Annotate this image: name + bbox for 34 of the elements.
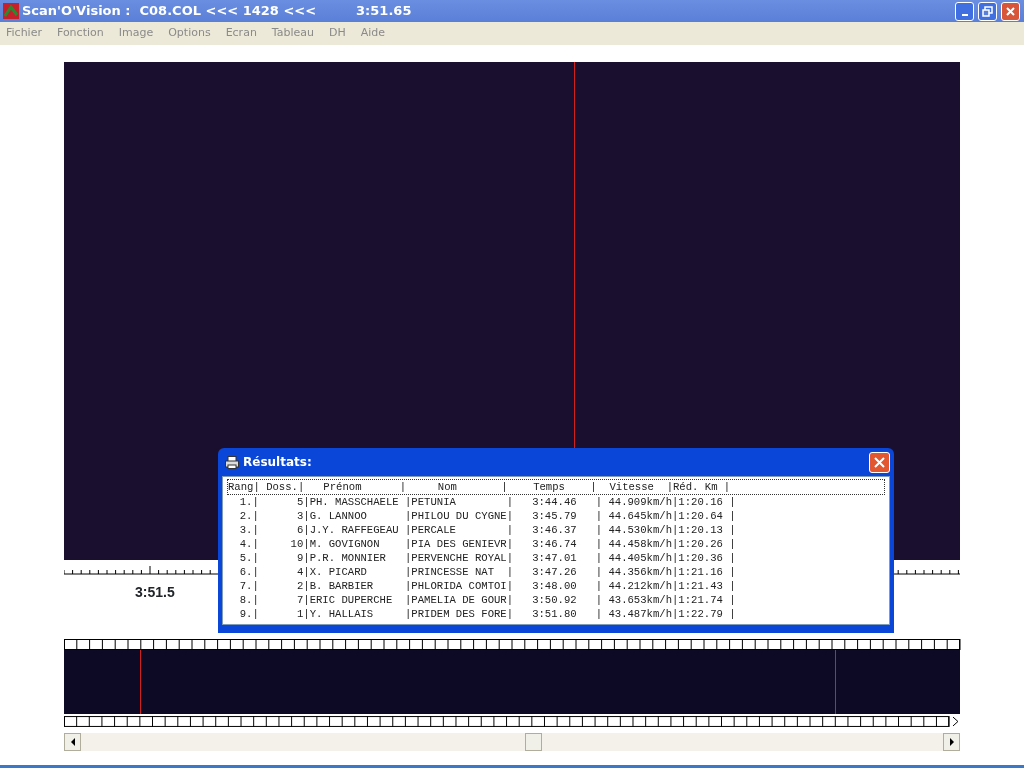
- result-row[interactable]: 8.| 7|ERIC DUPERCHE |PAMELIA DE GOUR| 3:50.92 | 43.653km/h|1:21.74 |: [227, 593, 885, 607]
- printer-icon: [225, 455, 239, 469]
- app-icon: [3, 3, 19, 19]
- restore-button[interactable]: [978, 1, 997, 21]
- close-icon: [874, 456, 885, 468]
- chevron-right-icon: [952, 716, 960, 727]
- result-row[interactable]: 9.| 1|Y. HALLAIS |PRIDEM DES FORE| 3:51.80 | 43.487km/h|1:22.79 |: [227, 607, 885, 621]
- list-header: Rang| Doss.| Prénom | Nom | Temps | Vitesse |Réd. Km |: [227, 479, 885, 495]
- result-row[interactable]: 4.| 10|M. GOVIGNON |PIA DES GENIEVR| 3:46.74 | 44.458km/h|1:20.26 |: [227, 537, 885, 551]
- result-row[interactable]: 1.| 5|PH. MASSCHAELE |PETUNIA | 3:44.46 | 44.909km/h|1:20.16 |: [227, 495, 885, 509]
- triangle-left-icon: [69, 738, 76, 746]
- horizontal-scrollbar[interactable]: [64, 733, 960, 751]
- result-row[interactable]: 3.| 6|J.Y. RAFFEGEAU |PERCALE | 3:46.37 | 44.530km/h|1:20.13 |: [227, 523, 885, 537]
- dialog-title: Résultats:: [243, 454, 312, 471]
- timeline-label: 3:51.5: [135, 584, 175, 600]
- scroll-left-button[interactable]: [64, 733, 81, 751]
- window-title: 3:51.65: [356, 2, 412, 21]
- minimize-icon: [961, 14, 968, 16]
- cursor-line: [140, 650, 141, 714]
- triangle-right-icon: [948, 738, 955, 746]
- restore-icon: [982, 5, 993, 17]
- close-icon: [1005, 5, 1016, 17]
- cursor-line: [835, 650, 836, 714]
- window-title: Scan'O'Vision :: [22, 2, 131, 21]
- result-row[interactable]: 5.| 9|P.R. MONNIER |PERVENCHE ROYAL| 3:47.01 | 44.405km/h|1:20.36 |: [227, 551, 885, 565]
- result-row[interactable]: 6.| 4|X. PICARD |PRINCESSE NAT | 3:47.26 | 44.356km/h|1:21.16 |: [227, 565, 885, 579]
- result-row[interactable]: 2.| 3|G. LANNOO |PHILOU DU CYGNE| 3:45.79 | 44.645km/h|1:20.64 |: [227, 509, 885, 523]
- minimize-button[interactable]: [955, 1, 974, 21]
- close-button[interactable]: [1001, 1, 1020, 21]
- scroll-right-button[interactable]: [943, 733, 960, 751]
- result-row[interactable]: 7.| 2|B. BARBIER |PHLORIDA COMTOI| 3:48.00 | 44.212km/h|1:21.43 |: [227, 579, 885, 593]
- window-title: C08.COL <<< 1428 <<<: [139, 2, 317, 21]
- scrollbar-thumb[interactable]: [525, 733, 542, 751]
- close-button[interactable]: [869, 451, 890, 473]
